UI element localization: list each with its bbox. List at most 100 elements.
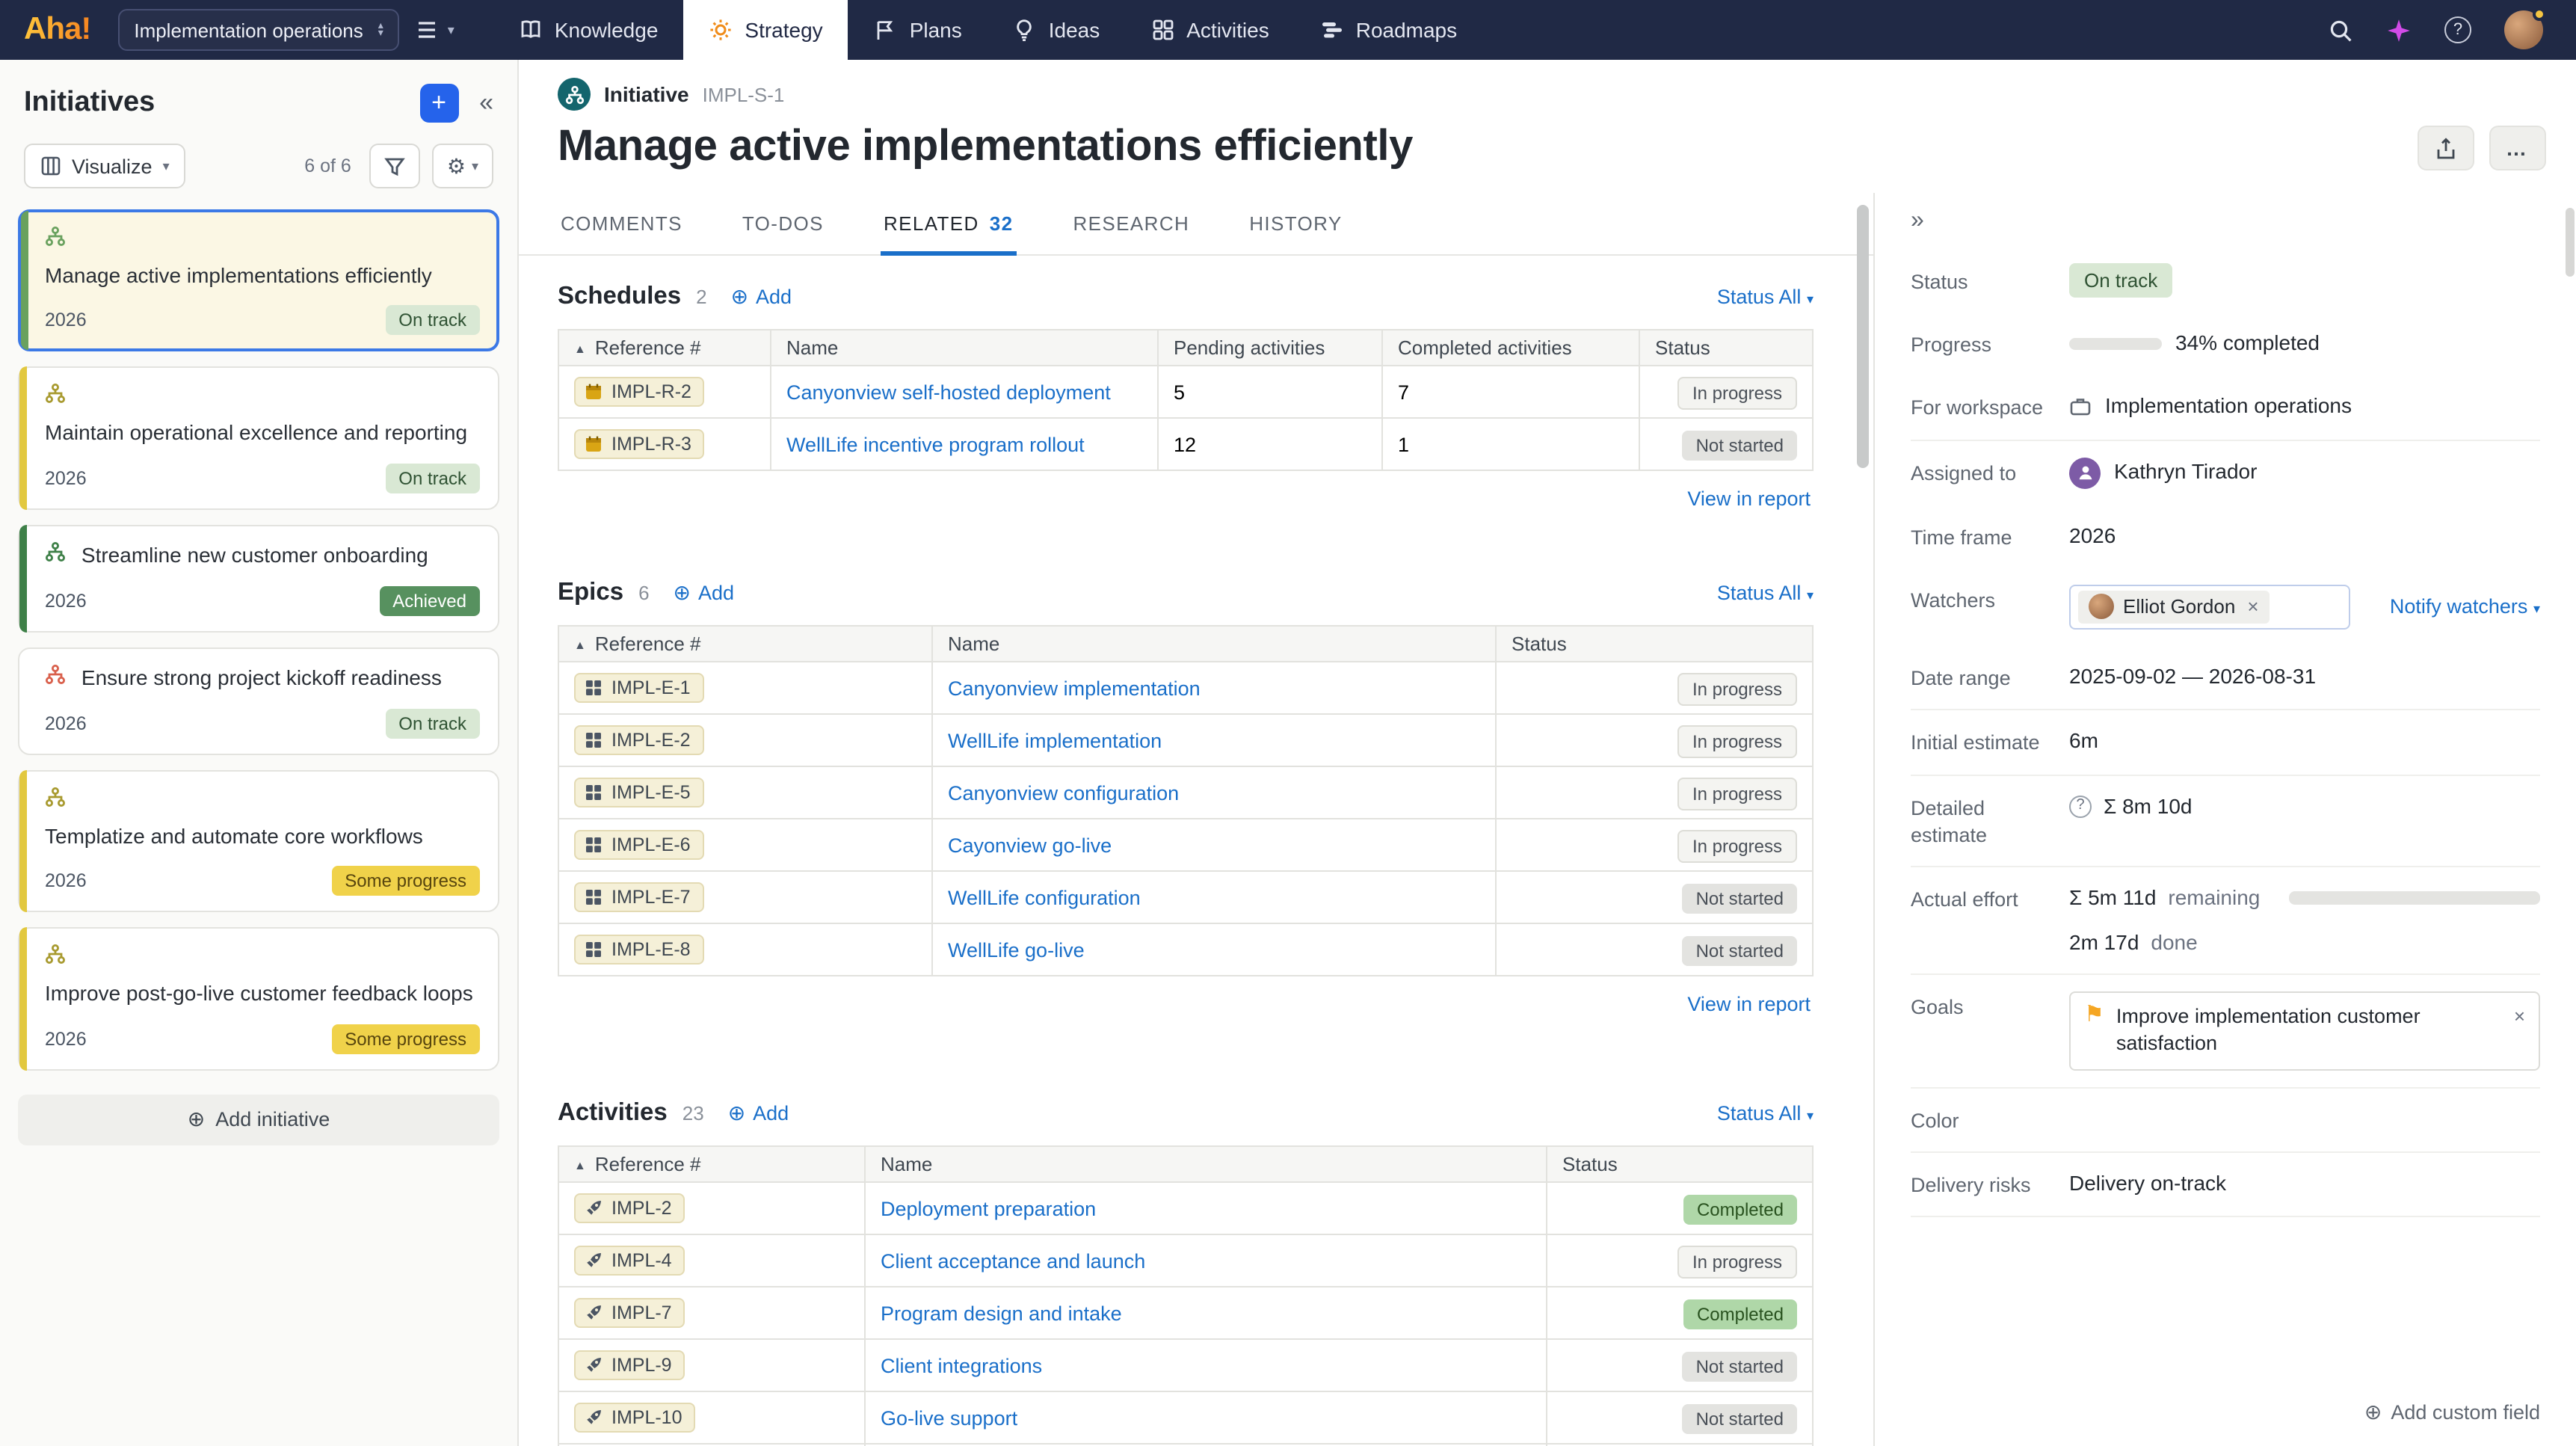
initiative-icon [45, 226, 66, 247]
user-avatar[interactable] [2504, 10, 2543, 49]
watchers-input[interactable]: Elliot Gordon × [2069, 585, 2350, 630]
strategy-sun-icon [709, 18, 733, 42]
record-ref-chip[interactable]: IMPL-E-5 [574, 778, 704, 807]
card-accent-bar [21, 211, 28, 351]
sort-asc-icon[interactable]: ▲ [574, 342, 586, 356]
add-epic-button[interactable]: ⊕Add [674, 580, 735, 606]
add-initiative-plus-button[interactable]: + [419, 84, 458, 123]
assignee-name[interactable]: Kathryn Tirador [2114, 458, 2257, 487]
add-custom-field-button[interactable]: ⊕ Add custom field [2364, 1376, 2540, 1425]
add-schedule-button[interactable]: ⊕Add [731, 284, 792, 310]
delivery-risks-value[interactable]: Delivery on-track [2069, 1169, 2540, 1199]
record-ref-chip[interactable]: IMPL-R-2 [574, 377, 705, 407]
record-link[interactable]: Canyonview implementation [948, 677, 1201, 699]
nav-item-activities[interactable]: Activities [1125, 0, 1294, 60]
record-ref-chip[interactable]: IMPL-E-1 [574, 673, 704, 703]
initiative-card[interactable]: Streamline new customer onboarding 2026 … [18, 525, 499, 633]
notify-watchers-button[interactable]: Notify watchers ▾ [2390, 593, 2540, 621]
record-ref-chip[interactable]: IMPL-E-6 [574, 830, 704, 860]
nav-item-knowledge[interactable]: Knowledge [493, 0, 684, 60]
time-frame-value[interactable]: 2026 [2069, 521, 2540, 550]
record-link[interactable]: Canyonview configuration [948, 781, 1179, 804]
workspace-selector[interactable]: Implementation operations ▴▾ [117, 9, 399, 51]
record-link[interactable]: Canyonview self-hosted deployment [786, 381, 1111, 403]
goal-chip[interactable]: ⚑ Improve implementation customer satisf… [2069, 991, 2540, 1070]
epics-status-filter[interactable]: Status All ▾ [1717, 582, 1814, 604]
tab-related[interactable]: RELATED32 [881, 193, 1017, 256]
field-label: Color [1911, 1104, 2048, 1134]
search-icon[interactable] [2328, 17, 2353, 43]
add-activity-button[interactable]: ⊕Add [728, 1101, 789, 1126]
sort-asc-icon[interactable]: ▲ [574, 639, 586, 652]
record-link[interactable]: WellLife implementation [948, 729, 1162, 751]
ai-sparkle-icon[interactable] [2386, 17, 2412, 43]
panel-scrollbar-thumb[interactable] [2566, 208, 2575, 277]
scrollbar-thumb[interactable] [1857, 205, 1869, 468]
expand-panel-icon[interactable]: » [1911, 208, 1941, 235]
card-timeframe: 2026 [45, 310, 87, 331]
settings-button[interactable]: ⚙ ▾ [432, 144, 493, 188]
card-accent-bar [19, 770, 27, 913]
nav-item-strategy[interactable]: Strategy [683, 0, 848, 60]
chevron-down-icon: ▾ [448, 22, 455, 38]
record-link[interactable]: WellLife go-live [948, 938, 1085, 961]
record-link[interactable]: Client integrations [881, 1354, 1042, 1376]
help-icon[interactable]: ? [2444, 16, 2471, 43]
tab-research[interactable]: RESEARCH [1070, 193, 1193, 254]
record-ref-chip[interactable]: IMPL-R-3 [574, 429, 705, 459]
initial-estimate-value[interactable]: 6m [2069, 727, 2540, 757]
schedules-status-filter[interactable]: Status All ▾ [1717, 286, 1814, 308]
nav-menu-button[interactable]: ▾ [418, 19, 455, 40]
aha-logo[interactable]: Aha! [24, 12, 90, 48]
activities-status-filter[interactable]: Status All ▾ [1717, 1102, 1814, 1125]
add-initiative-button[interactable]: ⊕ Add initiative [18, 1095, 499, 1145]
record-link[interactable]: Client acceptance and launch [881, 1249, 1145, 1272]
initiative-card[interactable]: Improve post-go-live customer feedback l… [18, 928, 499, 1071]
sort-asc-icon[interactable]: ▲ [574, 1159, 586, 1172]
column-header: Name [932, 626, 1496, 662]
initiative-card[interactable]: Ensure strong project kickoff readiness … [18, 647, 499, 755]
table-row: IMPL-E-7 WellLife configuration Not star… [558, 871, 1813, 923]
record-ref-chip[interactable]: IMPL-4 [574, 1246, 685, 1276]
share-button[interactable] [2418, 126, 2474, 170]
collapse-sidebar-icon[interactable]: « [479, 88, 493, 118]
visualize-button[interactable]: Visualize ▾ [24, 144, 186, 188]
record-ref-chip[interactable]: IMPL-E-2 [574, 725, 704, 755]
initiative-card[interactable]: Templatize and automate core workflows 2… [18, 770, 499, 913]
more-options-button[interactable]: … [2489, 126, 2546, 170]
rocket-icon [585, 1356, 603, 1374]
record-link[interactable]: WellLife configuration [948, 886, 1141, 908]
epic-grid-icon [585, 679, 603, 697]
record-link[interactable]: Deployment preparation [881, 1197, 1096, 1219]
date-range-value[interactable]: 2025-09-02 — 2026-08-31 [2069, 662, 2540, 692]
record-link[interactable]: Program design and intake [881, 1302, 1122, 1324]
nav-item-roadmaps[interactable]: Roadmaps [1295, 0, 1482, 60]
board-icon [40, 156, 61, 176]
tab-comments[interactable]: COMMENTS [558, 193, 685, 254]
record-ref-chip[interactable]: IMPL-E-7 [574, 882, 704, 912]
record-link[interactable]: WellLife incentive program rollout [786, 433, 1085, 455]
help-question-icon[interactable]: ? [2069, 796, 2092, 818]
record-ref-chip[interactable]: IMPL-10 [574, 1403, 696, 1433]
record-ref-chip[interactable]: IMPL-E-8 [574, 935, 704, 964]
remove-goal-icon[interactable]: × [2514, 1003, 2525, 1030]
remove-watcher-icon[interactable]: × [2247, 594, 2258, 621]
view-in-report-link[interactable]: View in report [1687, 993, 1811, 1015]
gear-icon: ⚙ [447, 156, 466, 176]
tab-todos[interactable]: TO-DOS [739, 193, 827, 254]
record-link[interactable]: Cayonview go-live [948, 834, 1112, 856]
record-link[interactable]: Go-live support [881, 1406, 1017, 1429]
filter-button[interactable] [369, 144, 420, 188]
record-ref-chip[interactable]: IMPL-7 [574, 1298, 685, 1328]
view-in-report-link[interactable]: View in report [1687, 487, 1811, 510]
tab-history[interactable]: HISTORY [1246, 193, 1345, 254]
initiative-card[interactable]: Manage active implementations efficientl… [18, 209, 499, 352]
nav-item-plans[interactable]: Plans [848, 0, 987, 60]
status-badge[interactable]: On track [2069, 263, 2172, 298]
record-ref-chip[interactable]: IMPL-9 [574, 1350, 685, 1380]
field-status: Status On track [1911, 250, 2540, 313]
initiative-card[interactable]: Maintain operational excellence and repo… [18, 367, 499, 510]
nav-item-ideas[interactable]: Ideas [987, 0, 1126, 60]
workspace-name[interactable]: Implementation operations [2105, 393, 2352, 422]
record-ref-chip[interactable]: IMPL-2 [574, 1193, 685, 1223]
